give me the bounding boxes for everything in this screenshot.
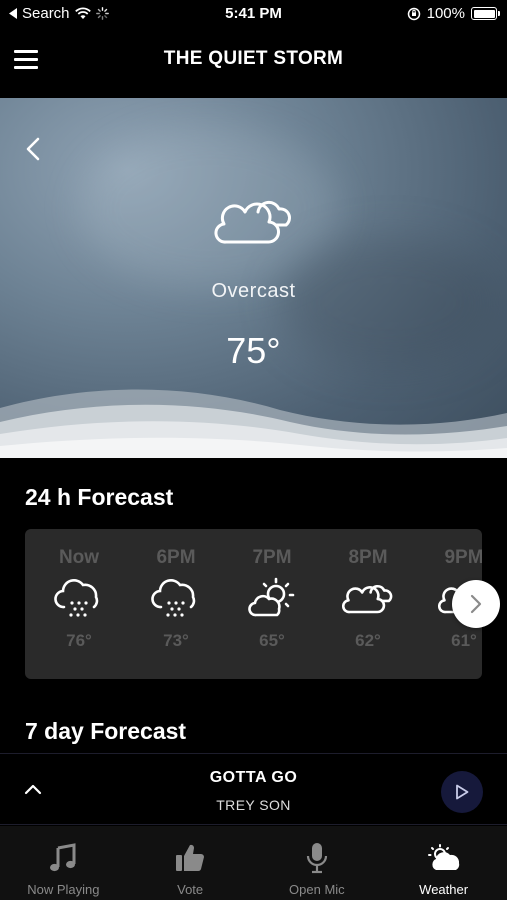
song-artist: TREY SON (216, 797, 291, 813)
app-title: THE QUIET STORM (163, 48, 344, 69)
hour-item: Now 76° (44, 547, 114, 651)
hour-item: 7PM 65° (237, 547, 307, 651)
song-title: GOTTA GO (209, 769, 298, 786)
tab-label: Now Playing (27, 882, 100, 897)
rain-icon (54, 579, 99, 617)
tab-weather[interactable]: Weather (380, 826, 507, 900)
hour-temp: 73° (163, 631, 189, 650)
hour-item: 6PM 73° (141, 547, 211, 651)
hour-label: 6PM (156, 547, 196, 568)
hour-label: 7PM (252, 547, 292, 568)
tab-label: Weather (419, 882, 469, 897)
back-chevron-icon[interactable] (22, 136, 46, 162)
hour-temp: 65° (259, 631, 285, 650)
weather-icon (427, 844, 459, 870)
thumbs-up-icon (176, 844, 205, 872)
tab-now-playing[interactable]: Now Playing (0, 826, 127, 900)
forecast-7day-title: 7 day Forecast (25, 718, 187, 744)
tab-bar: Now Playing Vote Open Mic Weather (0, 826, 507, 900)
status-right: 100% (407, 5, 500, 22)
play-button[interactable] (441, 771, 483, 813)
cloudy-icon (214, 200, 291, 244)
hour-temp: 76° (66, 631, 92, 650)
status-bar: Search 5:41 PM 100% (0, 0, 507, 28)
rain-icon (151, 579, 196, 617)
current-temperature: 75° (226, 330, 281, 371)
microphone-icon (306, 843, 327, 874)
current-condition: Overcast (211, 280, 296, 302)
partly-sunny-icon (248, 577, 295, 617)
hour-label: 9PM (444, 547, 482, 568)
play-icon (456, 784, 469, 800)
app-header: THE QUIET STORM (0, 28, 507, 98)
hourly-forecast-list[interactable]: Now 76° 6PM 73° 7PM 65° 8PM 62° 9PM 61° (25, 529, 482, 679)
hour-temp: 61° (451, 631, 477, 650)
music-note-icon (50, 843, 76, 872)
battery-icon (471, 7, 500, 20)
tab-open-mic[interactable]: Open Mic (254, 826, 381, 900)
current-weather-hero: Overcast 75° (0, 98, 507, 458)
orientation-lock-icon (407, 7, 420, 20)
hour-label: 8PM (348, 547, 388, 568)
hour-item: 8PM 62° (333, 547, 403, 651)
tab-label: Open Mic (289, 882, 345, 897)
scroll-next-button[interactable] (452, 580, 500, 628)
chevron-right-icon (470, 594, 482, 614)
forecast-24h-title: 24 h Forecast (25, 484, 174, 510)
hero-wave-decoration (0, 389, 507, 458)
tab-label: Vote (177, 882, 204, 897)
tab-vote[interactable]: Vote (127, 826, 254, 900)
cloudy-icon (342, 584, 393, 614)
battery-percent: 100% (426, 5, 465, 22)
hour-label: Now (58, 547, 100, 568)
mini-player[interactable]: GOTTA GO TREY SON (0, 753, 507, 825)
hour-temp: 62° (355, 631, 381, 650)
